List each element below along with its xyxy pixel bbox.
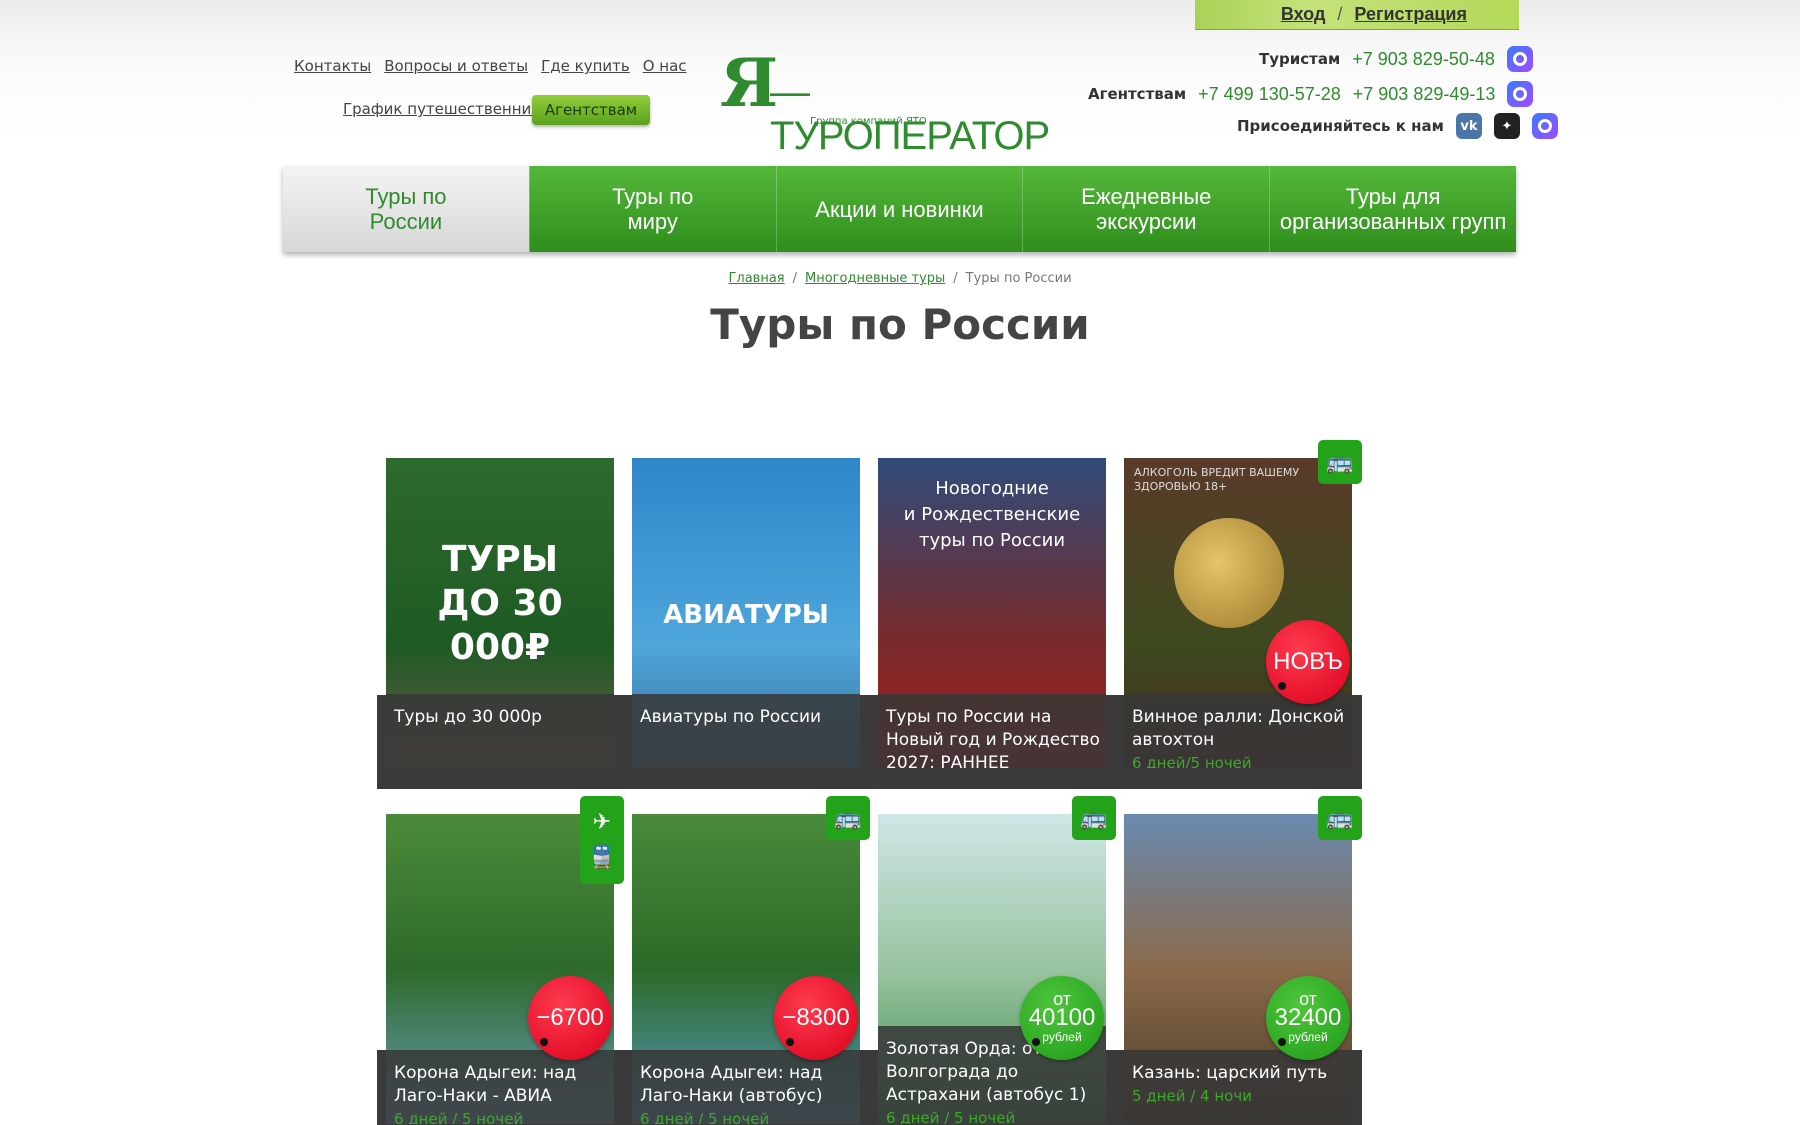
register-link[interactable]: Регистрация: [1354, 4, 1467, 25]
tourists-phone[interactable]: +7 903 829-50-48: [1352, 49, 1495, 70]
top-link-where-to-buy[interactable]: Где купить: [541, 57, 630, 75]
nav-promotions[interactable]: Акции и новинки: [775, 166, 1023, 252]
agencies-phone-2[interactable]: +7 903 829-49-13: [1353, 84, 1496, 105]
breadcrumb-home[interactable]: Главная: [728, 271, 784, 286]
tour-card[interactable]: Золотая Орда: от Волгограда до Астрахани…: [878, 814, 1106, 1124]
train-icon: 🚆: [588, 845, 616, 870]
tourists-label: Туристам: [1259, 50, 1341, 68]
top-links: Контакты Вопросы и ответы Где купить О н…: [294, 57, 687, 75]
plane-icon: ✈: [592, 810, 612, 835]
main-nav: Туры по России Туры по миру Акции и нови…: [283, 166, 1516, 252]
tour-duration: 6 дней / 5 ночей: [394, 1110, 524, 1124]
breadcrumb-multi-day[interactable]: Многодневные туры: [805, 271, 945, 286]
nav-tours-world[interactable]: Туры по миру: [528, 166, 776, 252]
tour-duration: 5 дней / 4 ночи: [1132, 1087, 1252, 1105]
bus-icon: 🚌: [1318, 440, 1362, 484]
auth-bar: Вход / Регистрация: [1195, 0, 1519, 30]
top-link-faq[interactable]: Вопросы и ответы: [384, 57, 528, 75]
tour-card[interactable]: АВИАТУРЫ Авиатуры по России: [632, 458, 860, 768]
tour-card[interactable]: Новогодние и Рождественские туры по Росс…: [878, 458, 1106, 768]
transport-badge: ✈ 🚆: [580, 796, 624, 884]
tour-caption: Авиатуры по России: [632, 694, 860, 768]
auth-separator: /: [1337, 4, 1343, 24]
schedule-link[interactable]: График путешественника: [343, 100, 550, 118]
page-title: Туры по России: [710, 300, 1090, 349]
tour-caption: Казань: царский путь 5 дней / 4 ночи: [1124, 1050, 1352, 1124]
agents-button[interactable]: Агентствам: [532, 95, 650, 125]
contacts-social: Присоединяйтесь к нам vk ✦: [1237, 113, 1558, 139]
bus-icon: 🚌: [1072, 796, 1116, 840]
nav-tours-russia[interactable]: Туры по России: [283, 166, 529, 252]
join-label: Присоединяйтесь к нам: [1237, 117, 1444, 135]
tour-caption: Корона Адыгеи: над Лаго-Наки - АВИА 6 дн…: [386, 1050, 614, 1124]
tour-title: Авиатуры по России: [640, 707, 822, 727]
price-tag: от 40100 рублей: [1020, 976, 1104, 1060]
tour-title: Корона Адыгеи: над Лаго-Наки - АВИА: [394, 1063, 577, 1106]
agencies-label: Агентствам: [1088, 85, 1187, 103]
breadcrumb-current: Туры по России: [965, 271, 1072, 286]
messenger-icon[interactable]: [1507, 81, 1534, 107]
tour-title: Корона Адыгеи: над Лаго-Наки (автобус): [640, 1063, 823, 1106]
tour-title: Казань: царский путь: [1132, 1063, 1328, 1083]
vk-icon[interactable]: vk: [1455, 113, 1482, 139]
price-tag: от 32400 рублей: [1266, 976, 1350, 1060]
tour-image-text: Новогодние и Рождественские туры по Росс…: [903, 478, 1081, 551]
contacts-tourists: Туристам +7 903 829-50-48: [1259, 46, 1533, 72]
bus-icon: 🚌: [826, 796, 870, 840]
tour-title: Туры до 30 000р: [394, 707, 542, 727]
tour-duration: 6 дней / 5 ночей: [886, 1109, 1016, 1124]
messenger-icon[interactable]: [1531, 113, 1558, 139]
bus-icon: 🚌: [1318, 796, 1362, 840]
tour-caption: Туры по России на Новый год и Рождество …: [878, 694, 1106, 768]
agencies-phone-1[interactable]: +7 499 130-57-28: [1198, 84, 1341, 105]
tour-caption: Туры до 30 000р: [386, 694, 614, 768]
contacts-agencies: Агентствам +7 499 130-57-28 +7 903 829-4…: [1088, 81, 1534, 107]
tour-caption: Винное ралли: Донской автохтон 6 дней/5 …: [1124, 694, 1352, 768]
logo[interactable]: Я —ТУРОПЕРАТОР Группа компаний ЯТО: [720, 50, 1050, 158]
breadcrumb: Главная / Многодневные туры / Туры по России: [728, 271, 1072, 286]
dzen-icon[interactable]: ✦: [1493, 113, 1520, 139]
tour-image-text: АЛКОГОЛЬ ВРЕДИТ ВАШЕМУ ЗДОРОВЬЮ 18+: [1134, 466, 1300, 493]
logo-subtitle: Группа компаний ЯТО: [810, 116, 927, 127]
discount-tag: −6700: [528, 976, 612, 1060]
nav-group-tours[interactable]: Туры для организованных групп: [1269, 166, 1516, 252]
top-link-about[interactable]: О нас: [643, 57, 687, 75]
nav-daily-excursions[interactable]: Ежедневные экскурсии: [1022, 166, 1269, 252]
coin-image: [1174, 518, 1284, 628]
tour-title: Туры по России на Новый год и Рождество …: [886, 707, 1100, 768]
tour-card[interactable]: ТУРЫ ДО 30 000₽ Туры до 30 000р: [386, 458, 614, 768]
tour-caption: Корона Адыгеи: над Лаго-Наки (автобус) 6…: [632, 1050, 860, 1124]
tour-card[interactable]: Казань: царский путь 5 дней / 4 ночи: [1124, 814, 1352, 1124]
tour-image-text: ТУРЫ ДО 30 000₽: [437, 539, 563, 668]
top-link-contacts[interactable]: Контакты: [294, 57, 371, 75]
messenger-icon[interactable]: [1506, 46, 1533, 72]
tour-card[interactable]: АЛКОГОЛЬ ВРЕДИТ ВАШЕМУ ЗДОРОВЬЮ 18+ Винн…: [1124, 458, 1352, 768]
tour-card[interactable]: Корона Адыгеи: над Лаго-Наки (автобус) 6…: [632, 814, 860, 1124]
discount-tag: −8300: [774, 976, 858, 1060]
tour-image-text: АВИАТУРЫ: [663, 600, 829, 630]
tour-duration: 6 дней/5 ночей: [1132, 754, 1252, 768]
tour-title: Винное ралли: Донской автохтон: [1132, 707, 1345, 750]
login-link[interactable]: Вход: [1281, 4, 1326, 25]
logo-text: —ТУРОПЕРАТОР: [770, 70, 1050, 158]
new-tag: НОВЪ: [1266, 620, 1350, 704]
tour-duration: 6 дней / 5 ночей: [640, 1110, 770, 1124]
